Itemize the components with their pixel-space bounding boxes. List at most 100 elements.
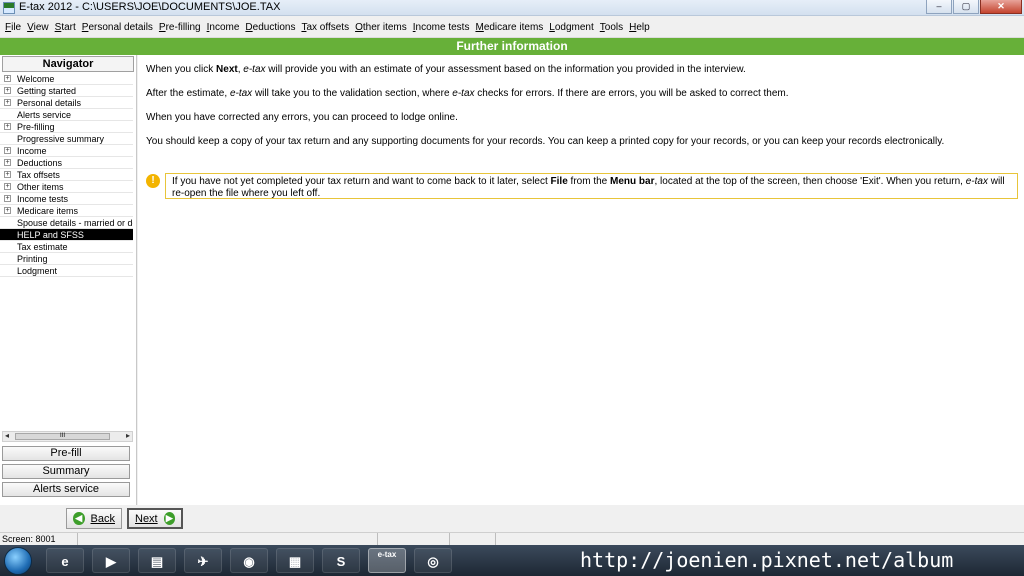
navigator-item[interactable]: Lodgment bbox=[0, 265, 133, 277]
title-bar: E-tax 2012 - C:\USERS\JOE\DOCUMENTS\JOE.… bbox=[0, 0, 1024, 16]
navigator-item-label: Pre-filling bbox=[17, 122, 55, 132]
navigator-item-label: Personal details bbox=[17, 98, 82, 108]
navigator-item-label: Medicare items bbox=[17, 206, 79, 216]
expand-plus-icon[interactable]: + bbox=[4, 207, 11, 214]
navigator-item-label: Welcome bbox=[17, 74, 55, 84]
navigator-item[interactable]: + Income bbox=[0, 145, 133, 157]
expand-plus-icon[interactable]: + bbox=[4, 183, 11, 190]
menu-deductions[interactable]: Deductions bbox=[242, 22, 298, 33]
prefill-button[interactable]: Pre-fill bbox=[2, 446, 130, 461]
navigator-item[interactable]: Tax estimate bbox=[0, 241, 133, 253]
navigator-item-label: Income tests bbox=[17, 194, 69, 204]
menu-medicare-items[interactable]: Medicare items bbox=[472, 22, 546, 33]
scroll-left-icon[interactable]: ◂ bbox=[5, 431, 9, 440]
app-icon-1[interactable]: ✈ bbox=[184, 548, 222, 573]
menu-bar: File View Start Personal details Pre-fil… bbox=[0, 18, 1024, 38]
paragraph-keep-copy: You should keep a copy of your tax retur… bbox=[146, 136, 945, 147]
navigator-item[interactable]: Spouse details - married or de facto bbox=[0, 217, 133, 229]
navigator-item-label: Tax offsets bbox=[17, 170, 60, 180]
navigator-item-label: Lodgment bbox=[17, 266, 58, 276]
summary-button[interactable]: Summary bbox=[2, 464, 130, 479]
back-label: Back bbox=[90, 512, 115, 525]
navigator-item-label: Tax estimate bbox=[17, 242, 68, 252]
folder-icon[interactable]: ▦ bbox=[276, 548, 314, 573]
navigator-title: Navigator bbox=[2, 56, 134, 72]
status-screen: Screen: 8001 bbox=[0, 533, 78, 545]
menu-other-items[interactable]: Other items bbox=[352, 22, 410, 33]
next-button[interactable]: Next ▶ bbox=[127, 508, 183, 529]
menu-income-tests[interactable]: Income tests bbox=[410, 22, 473, 33]
expand-plus-icon[interactable]: + bbox=[4, 195, 11, 202]
next-arrow-icon: ▶ bbox=[163, 512, 175, 525]
navigator-panel: Navigator + Welcome + Getting started + Perso… bbox=[0, 55, 137, 505]
navigator-item[interactable]: + Tax offsets bbox=[0, 169, 133, 181]
watermark: http://joenien.pixnet.net/album bbox=[580, 548, 954, 572]
navigator-item[interactable]: HELP and SFSS bbox=[0, 229, 133, 241]
expand-plus-icon[interactable]: + bbox=[4, 87, 11, 94]
navigator-item[interactable]: + Other items bbox=[0, 181, 133, 193]
paragraph-next-estimate: When you click Next, e-tax will provide … bbox=[146, 64, 746, 75]
navigator-item[interactable]: Alerts service bbox=[0, 109, 133, 121]
menu-personal-details[interactable]: Personal details bbox=[79, 22, 156, 33]
navigator-item[interactable]: + Medicare items bbox=[0, 205, 133, 217]
app-icon bbox=[3, 2, 15, 14]
page-title: Further information bbox=[0, 38, 1024, 55]
warning-icon: ! bbox=[146, 174, 160, 188]
back-arrow-icon: ◀ bbox=[73, 512, 85, 525]
back-button[interactable]: ◀ Back bbox=[66, 508, 122, 529]
navigator-item[interactable]: Printing bbox=[0, 253, 133, 265]
navigator-item-label: Other items bbox=[17, 182, 64, 192]
alerts-service-button[interactable]: Alerts service bbox=[2, 482, 130, 497]
menu-tax-offsets[interactable]: Tax offsets bbox=[298, 22, 352, 33]
menu-lodgment[interactable]: Lodgment bbox=[546, 22, 596, 33]
navigator-horizontal-scrollbar[interactable]: ◂ III ▸ bbox=[2, 431, 133, 442]
internet-explorer-icon[interactable]: e bbox=[46, 548, 84, 573]
navigator-item[interactable]: + Welcome bbox=[0, 73, 133, 85]
start-button[interactable] bbox=[4, 547, 32, 575]
navigator-item[interactable]: Progressive summary bbox=[0, 133, 133, 145]
navigator-item-label: Income bbox=[17, 146, 47, 156]
expand-plus-icon[interactable]: + bbox=[4, 99, 11, 106]
skype-icon[interactable]: S bbox=[322, 548, 360, 573]
menu-tools[interactable]: Tools bbox=[597, 22, 626, 33]
chrome-icon[interactable]: ◉ bbox=[230, 548, 268, 573]
menu-help[interactable]: Help bbox=[626, 22, 653, 33]
scroll-right-icon[interactable]: ▸ bbox=[126, 431, 130, 440]
menu-pre-filling[interactable]: Pre-filling bbox=[156, 22, 204, 33]
wizard-buttons: ◀ Back Next ▶ bbox=[0, 505, 1024, 532]
menu-view[interactable]: View bbox=[24, 22, 52, 33]
file-explorer-icon[interactable]: ▤ bbox=[138, 548, 176, 573]
expand-plus-icon[interactable]: + bbox=[4, 159, 11, 166]
navigator-item[interactable]: + Pre-filling bbox=[0, 121, 133, 133]
menu-file[interactable]: File bbox=[2, 22, 24, 33]
navigator-item[interactable]: + Income tests bbox=[0, 193, 133, 205]
navigator-item[interactable]: + Personal details bbox=[0, 97, 133, 109]
media-player-icon[interactable]: ▶ bbox=[92, 548, 130, 573]
status-segment bbox=[378, 533, 450, 545]
navigator-item-label: Spouse details - married or de facto bbox=[17, 218, 133, 228]
navigator-item-label: HELP and SFSS bbox=[17, 230, 84, 240]
window-controls: – ▢ ✕ bbox=[925, 0, 1022, 15]
navigator-item[interactable]: + Deductions bbox=[0, 157, 133, 169]
expand-plus-icon[interactable]: + bbox=[4, 171, 11, 178]
etax-taskbar-icon[interactable]: e-tax bbox=[368, 548, 406, 573]
scroll-thumb[interactable]: III bbox=[15, 433, 110, 440]
navigator-item-label: Getting started bbox=[17, 86, 77, 96]
navigator-item-label: Alerts service bbox=[17, 110, 72, 120]
close-button[interactable]: ✕ bbox=[980, 0, 1022, 14]
content-area: When you click Next, e-tax will provide … bbox=[138, 55, 1024, 505]
expand-plus-icon[interactable]: + bbox=[4, 123, 11, 130]
navigator-item[interactable]: + Getting started bbox=[0, 85, 133, 97]
navigator-item-label: Progressive summary bbox=[17, 134, 105, 144]
menu-income[interactable]: Income bbox=[204, 22, 243, 33]
expand-plus-icon[interactable]: + bbox=[4, 147, 11, 154]
window-title: E-tax 2012 - C:\USERS\JOE\DOCUMENTS\JOE.… bbox=[19, 1, 281, 13]
navigator-item-label: Printing bbox=[17, 254, 48, 264]
navigator-list: + Welcome + Getting started + Personal detail… bbox=[0, 73, 136, 277]
minimize-button[interactable]: – bbox=[926, 0, 952, 14]
status-segment bbox=[450, 533, 496, 545]
maximize-button[interactable]: ▢ bbox=[953, 0, 979, 14]
expand-plus-icon[interactable]: + bbox=[4, 75, 11, 82]
app-icon-2[interactable]: ◎ bbox=[414, 548, 452, 573]
menu-start[interactable]: Start bbox=[52, 22, 79, 33]
